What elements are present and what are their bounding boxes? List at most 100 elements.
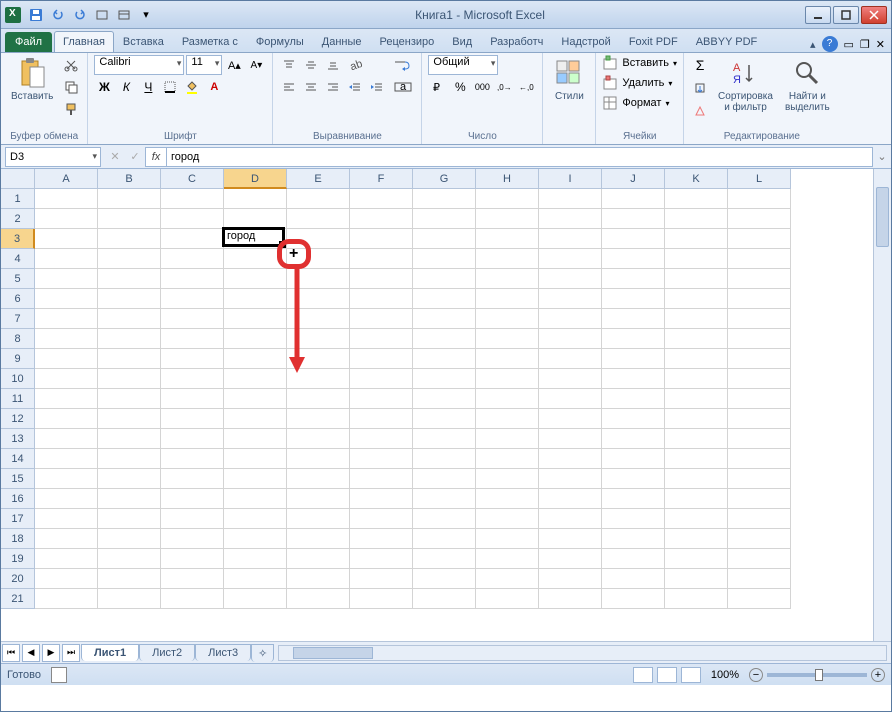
new-sheet-button[interactable]: ✧ — [251, 644, 274, 662]
cell[interactable] — [665, 449, 728, 469]
cell[interactable] — [98, 349, 161, 369]
cell[interactable] — [413, 589, 476, 609]
cell[interactable] — [539, 329, 602, 349]
cell[interactable] — [350, 189, 413, 209]
row-header[interactable]: 19 — [1, 549, 35, 569]
cell[interactable] — [98, 489, 161, 509]
cell[interactable] — [476, 429, 539, 449]
cell[interactable] — [287, 389, 350, 409]
cell[interactable] — [665, 369, 728, 389]
cell[interactable] — [539, 449, 602, 469]
cell[interactable] — [98, 509, 161, 529]
cell[interactable] — [728, 349, 791, 369]
cell[interactable] — [161, 489, 224, 509]
row-header[interactable]: 2 — [1, 209, 35, 229]
sheet-tab[interactable]: Лист2 — [139, 644, 195, 661]
cell[interactable] — [665, 429, 728, 449]
styles-button[interactable]: Стили — [549, 55, 589, 104]
italic-button[interactable]: К — [116, 77, 136, 97]
cell[interactable] — [98, 409, 161, 429]
cell[interactable] — [476, 229, 539, 249]
cell[interactable] — [476, 349, 539, 369]
cell[interactable] — [35, 289, 98, 309]
cell[interactable] — [350, 289, 413, 309]
align-bottom-icon[interactable] — [323, 55, 343, 75]
row-header[interactable]: 1 — [1, 189, 35, 209]
cell[interactable] — [98, 329, 161, 349]
ribbon-minimize-icon[interactable]: ▴ — [810, 38, 816, 51]
sort-filter-button[interactable]: АЯ Сортировка и фильтр — [714, 55, 777, 115]
help-icon[interactable]: ? — [822, 36, 838, 52]
align-center-icon[interactable] — [301, 77, 321, 97]
row-header[interactable]: 10 — [1, 369, 35, 389]
cell[interactable] — [602, 249, 665, 269]
underline-button[interactable]: Ч — [138, 77, 158, 97]
cell[interactable] — [665, 589, 728, 609]
cell[interactable] — [665, 189, 728, 209]
cell[interactable] — [602, 409, 665, 429]
cell[interactable] — [602, 429, 665, 449]
cell[interactable] — [161, 309, 224, 329]
orientation-icon[interactable]: ab — [345, 55, 365, 75]
cell[interactable] — [98, 229, 161, 249]
cell[interactable] — [350, 409, 413, 429]
cell[interactable] — [161, 549, 224, 569]
column-header[interactable]: B — [98, 169, 161, 189]
cell[interactable] — [161, 349, 224, 369]
font-color-icon[interactable]: A — [204, 77, 224, 97]
cell[interactable] — [602, 289, 665, 309]
cell[interactable] — [476, 469, 539, 489]
cell[interactable] — [287, 309, 350, 329]
cell[interactable] — [413, 429, 476, 449]
cell[interactable] — [476, 449, 539, 469]
cell[interactable] — [224, 369, 287, 389]
column-header[interactable]: C — [161, 169, 224, 189]
paste-button[interactable]: Вставить — [7, 55, 57, 104]
cell[interactable] — [539, 549, 602, 569]
merge-icon[interactable]: a — [391, 77, 415, 97]
cell[interactable] — [350, 269, 413, 289]
cells-area[interactable] — [35, 189, 873, 641]
cell[interactable] — [161, 229, 224, 249]
cell[interactable] — [728, 329, 791, 349]
tab-home[interactable]: Главная — [54, 31, 114, 52]
bold-button[interactable]: Ж — [94, 77, 114, 97]
cell[interactable] — [161, 509, 224, 529]
cell[interactable] — [224, 389, 287, 409]
cell[interactable] — [98, 249, 161, 269]
cell[interactable] — [539, 249, 602, 269]
cell[interactable] — [224, 409, 287, 429]
row-header[interactable]: 3 — [1, 229, 35, 249]
cell[interactable] — [287, 489, 350, 509]
cut-icon[interactable] — [61, 55, 81, 75]
sheet-nav-next[interactable]: ▶ — [42, 644, 60, 662]
cell[interactable] — [476, 549, 539, 569]
cell[interactable] — [224, 309, 287, 329]
cell[interactable] — [728, 229, 791, 249]
cell[interactable] — [413, 489, 476, 509]
cell[interactable] — [224, 229, 287, 249]
cell[interactable] — [98, 429, 161, 449]
cell[interactable] — [224, 329, 287, 349]
cell[interactable] — [413, 389, 476, 409]
cell[interactable] — [35, 389, 98, 409]
percent-icon[interactable]: % — [450, 77, 470, 97]
insert-cells-button[interactable]: Вставить▾ — [602, 55, 677, 71]
cell[interactable] — [413, 449, 476, 469]
cell[interactable] — [98, 269, 161, 289]
cell[interactable] — [350, 349, 413, 369]
cell[interactable] — [287, 269, 350, 289]
cell[interactable] — [350, 589, 413, 609]
row-header[interactable]: 18 — [1, 529, 35, 549]
cell[interactable] — [350, 249, 413, 269]
cell[interactable] — [35, 189, 98, 209]
cell[interactable] — [287, 189, 350, 209]
column-header[interactable]: H — [476, 169, 539, 189]
cell[interactable] — [350, 449, 413, 469]
cell[interactable] — [602, 529, 665, 549]
row-header[interactable]: 11 — [1, 389, 35, 409]
cell[interactable] — [728, 369, 791, 389]
cell[interactable] — [161, 209, 224, 229]
cell[interactable] — [413, 529, 476, 549]
doc-close-icon[interactable]: ✕ — [876, 38, 885, 51]
